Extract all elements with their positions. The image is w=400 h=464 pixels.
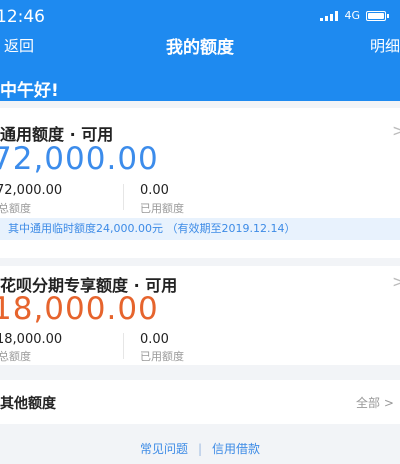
divider bbox=[123, 333, 124, 359]
general-available-amount: 72,000.00 bbox=[0, 141, 159, 177]
page-title: 我的额度 bbox=[166, 38, 234, 58]
chevron-right-icon: > bbox=[392, 121, 400, 140]
credit-loan-link[interactable]: 信用借款 bbox=[212, 442, 260, 456]
huabei-credit-card[interactable]: 花呗分期专享额度 · 可用 > 18,000.00 18,000.00 总额度 … bbox=[0, 258, 400, 365]
footer-separator: | bbox=[197, 442, 203, 456]
greeting-text: 中午好! bbox=[0, 81, 59, 101]
general-total-value: 72,000.00 bbox=[0, 183, 63, 198]
network-type: 4G bbox=[344, 9, 360, 22]
divider bbox=[123, 184, 124, 210]
general-total-label: 总额度 bbox=[0, 202, 31, 215]
other-credit-row[interactable]: 其他额度 全部 > bbox=[0, 380, 400, 424]
huabei-used-label: 已用额度 bbox=[140, 350, 184, 363]
other-credit-label: 其他额度 bbox=[0, 396, 56, 412]
battery-icon bbox=[366, 10, 389, 21]
huabei-total-value: 18,000.00 bbox=[0, 332, 63, 347]
huabei-used-value: 0.00 bbox=[140, 332, 169, 347]
chevron-right-icon: > bbox=[383, 396, 394, 410]
huabei-total-label: 总额度 bbox=[0, 350, 31, 363]
status-time: 12:46 bbox=[0, 7, 45, 27]
temporary-credit-notice: 其中通用临时额度24,000.00元 （有效期至2019.12.14） bbox=[0, 218, 400, 240]
status-icons: 4G bbox=[320, 9, 389, 22]
view-all-link[interactable]: 全部 > bbox=[356, 394, 394, 411]
general-used-value: 0.00 bbox=[140, 183, 169, 198]
huabei-available-amount: 18,000.00 bbox=[0, 291, 159, 327]
view-all-label: 全部 bbox=[356, 396, 381, 410]
chevron-right-icon: > bbox=[392, 272, 400, 291]
footer-links: 常见问题 | 信用借款 bbox=[0, 440, 400, 457]
detail-button[interactable]: 明细 bbox=[370, 35, 400, 56]
general-used-label: 已用额度 bbox=[140, 202, 184, 215]
header-bar: 12:46 4G 返回 我的额度 明细 中午好! bbox=[0, 0, 400, 101]
faq-link[interactable]: 常见问题 bbox=[140, 442, 188, 456]
signal-icon bbox=[320, 10, 339, 21]
